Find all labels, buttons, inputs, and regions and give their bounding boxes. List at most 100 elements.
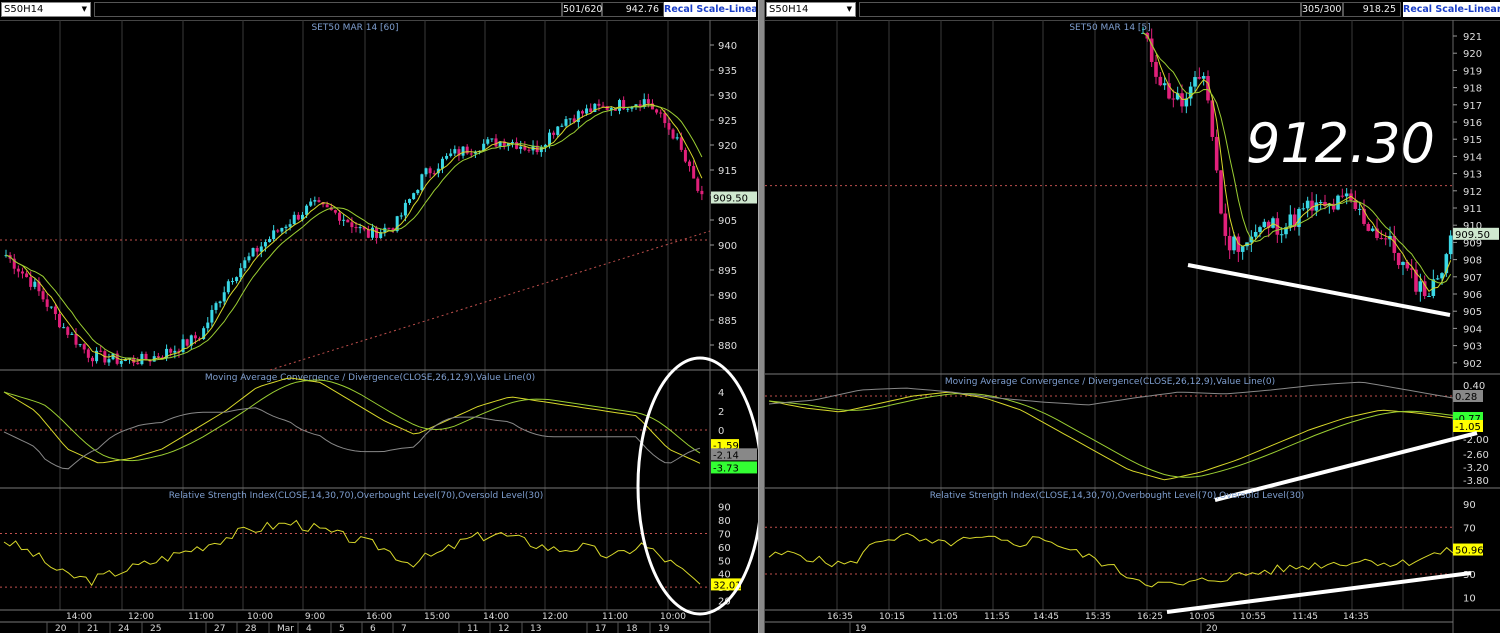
macd-tick-label: -3.80	[1463, 476, 1489, 487]
candle-body	[366, 229, 370, 238]
time-axis-label: 16:25	[1137, 612, 1163, 622]
right-symbol-select[interactable]: S50H14 ▼	[766, 2, 856, 17]
candle-body	[1418, 281, 1423, 292]
moving-average-fast	[5, 103, 703, 362]
candle-body	[272, 230, 276, 240]
candle-body	[222, 292, 226, 302]
left-last-value: 942.76	[602, 2, 664, 17]
left-chart-canvas[interactable]: 940935930925920915910905900895890885880S…	[0, 20, 758, 633]
candle-body	[667, 123, 671, 130]
left-chart-pane[interactable]: S50H14 ▼ 501/620 942.76 Recal Scale-Line…	[0, 0, 758, 633]
candle-body	[655, 109, 659, 113]
candle-body	[140, 353, 144, 365]
right-chart-canvas[interactable]: 9219209199189179169159149139129119109099…	[765, 20, 1500, 633]
pane-splitter[interactable]	[758, 0, 765, 633]
candle-body	[1201, 76, 1206, 79]
date-axis-label: Mar	[277, 624, 294, 633]
time-axis-label: 15:35	[1085, 612, 1111, 622]
date-axis-label: 24	[118, 624, 130, 633]
candle-body	[552, 132, 556, 135]
candle-body	[25, 273, 29, 278]
candle-body	[688, 161, 692, 167]
candle-body	[358, 227, 362, 229]
candle-body	[284, 226, 288, 228]
macd-divergence-line	[1214, 431, 1478, 502]
right-chart-pane[interactable]: S50H14 ▼ 305/300 918.25 Recal Scale-Line…	[765, 0, 1500, 633]
candle-body	[226, 281, 230, 293]
price-tick-label: 915	[718, 166, 737, 177]
price-tick-label: 913	[1463, 170, 1482, 181]
chevron-down-icon[interactable]: ▼	[82, 3, 87, 16]
price-tick-label: 905	[718, 216, 737, 227]
candle-body	[185, 339, 189, 346]
rsi-title: Relative Strength Index(CLOSE,14,30,70),…	[930, 491, 1305, 501]
candle-body	[305, 205, 309, 215]
left-empty-field	[94, 2, 562, 17]
candle-body	[663, 113, 667, 124]
date-axis-label: 11	[467, 624, 478, 633]
candle-body	[1344, 193, 1349, 197]
time-axis-label: 14:35	[1343, 612, 1369, 622]
candle-body	[346, 219, 350, 223]
left-recal-scale-button[interactable]: Recal Scale-Linear	[664, 2, 756, 17]
candle-body	[589, 108, 593, 112]
candle-body	[1301, 208, 1306, 210]
candle-body	[210, 309, 214, 323]
time-axis-label: 9:00	[305, 612, 325, 622]
right-recal-scale-button[interactable]: Recal Scale-Linear	[1403, 2, 1500, 17]
macd-title: Moving Average Convergence / Divergence(…	[205, 373, 535, 383]
candle-body	[453, 149, 457, 154]
candle-body	[671, 129, 675, 139]
chevron-down-icon[interactable]: ▼	[847, 3, 852, 16]
candle-body	[41, 291, 45, 300]
candle-body	[465, 146, 469, 154]
last-price-badge: 909.50	[713, 194, 748, 205]
date-axis-label: 20	[55, 624, 67, 633]
right-toolbar: S50H14 ▼ 305/300 918.25 Recal Scale-Line…	[765, 0, 1500, 21]
rsi-tick-label: 70	[1463, 523, 1476, 534]
price-tick-label: 906	[1463, 290, 1482, 301]
price-tick-label: 911	[1463, 204, 1482, 215]
price-tick-label: 900	[718, 241, 737, 252]
candle-body	[580, 111, 584, 114]
time-axis-label: 11:55	[984, 612, 1010, 622]
right-bar-count: 305/300	[1301, 2, 1343, 17]
candle-body	[214, 303, 218, 310]
date-axis-label: 20	[1206, 624, 1218, 633]
candle-body	[564, 119, 568, 126]
time-axis-label: 14:00	[66, 612, 92, 622]
rsi-tick-label: 80	[718, 516, 731, 527]
candle-body	[74, 333, 78, 345]
price-tick-label: 904	[1463, 324, 1482, 335]
time-axis-label: 10:05	[1189, 612, 1215, 622]
candle-body	[20, 271, 24, 274]
candle-body	[1401, 261, 1405, 266]
date-axis-label: 7	[401, 624, 407, 633]
price-tick-label: 918	[1463, 84, 1482, 95]
time-axis-label: 10:15	[879, 612, 905, 622]
candle-body	[445, 155, 449, 159]
date-axis-label: 4	[306, 624, 312, 633]
price-tick-label: 908	[1463, 256, 1482, 267]
candle-body	[173, 350, 177, 353]
price-chart-title: SET50 MAR 14 [5]	[1069, 23, 1150, 33]
candle-body	[696, 178, 700, 191]
candle-body	[1227, 235, 1232, 251]
rsi-line	[3, 519, 701, 587]
candle-body	[1271, 218, 1275, 228]
right-symbol-value: S50H14	[769, 4, 809, 15]
candle-body	[375, 227, 379, 239]
candle-body	[276, 230, 280, 232]
rsi-title: Relative Strength Index(CLOSE,14,30,70),…	[169, 491, 544, 501]
last-price-badge: 909.50	[1455, 230, 1490, 241]
date-axis-label: 13	[530, 624, 541, 633]
candle-body	[70, 333, 74, 335]
time-axis-label: 11:00	[188, 612, 214, 622]
candle-body	[626, 108, 630, 110]
candle-body	[1279, 234, 1284, 236]
left-symbol-select[interactable]: S50H14 ▼	[1, 2, 91, 17]
candle-body	[259, 246, 263, 252]
candle-body	[1357, 208, 1362, 210]
candle-body	[1253, 231, 1258, 237]
price-tick-label: 940	[718, 41, 737, 52]
